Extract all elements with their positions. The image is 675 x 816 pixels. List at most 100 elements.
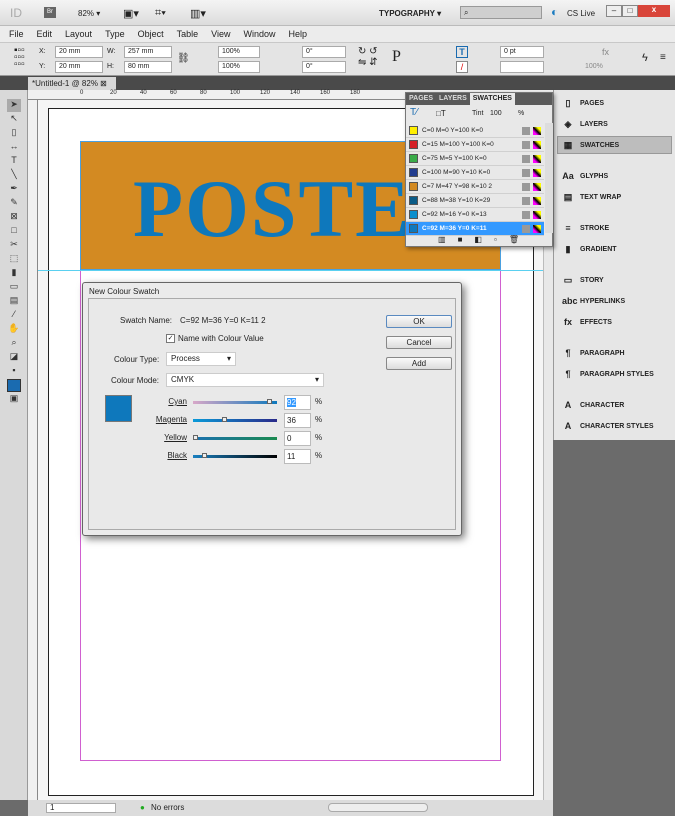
minimize-button[interactable]: – [606, 5, 622, 17]
channel-slider[interactable] [193, 417, 277, 422]
constrain-proportions-icon[interactable]: ⛓ [177, 53, 190, 64]
panel-item-glyphs[interactable]: Aa GLYPHS [562, 167, 672, 185]
swatch-item[interactable]: C=0 M=0 Y=100 K=0 [406, 124, 544, 138]
add-button[interactable]: Add [386, 357, 452, 370]
channel-slider[interactable] [193, 453, 277, 458]
panel-item-gradient[interactable]: ▮ GRADIENT [562, 240, 672, 258]
type-tool-icon[interactable]: T [7, 155, 21, 168]
menu-window[interactable]: Window [243, 29, 275, 39]
bridge-button[interactable]: Br [44, 7, 56, 18]
formatting-affects-text-icon[interactable]: □T [436, 109, 446, 118]
arrange-documents-icon[interactable]: ▥▾ [190, 7, 206, 20]
colour-type-select[interactable]: Process ▾ [166, 352, 236, 366]
panel-item-character[interactable]: A CHARACTER [562, 396, 672, 414]
panel-item-character-styles[interactable]: A CHARACTER STYLES [562, 417, 672, 435]
show-gradient-swatches-icon[interactable]: ◧ [474, 235, 494, 244]
zoom-tool-icon[interactable]: ⌕ [7, 337, 21, 350]
fill-stroke-icon[interactable]: ◪ [7, 351, 21, 364]
menu-type[interactable]: Type [105, 29, 125, 39]
panel-item-story[interactable]: ▭ STORY [562, 271, 672, 289]
show-color-swatches-icon[interactable]: ■ [458, 235, 475, 244]
x-field[interactable]: 20 mm [55, 46, 103, 58]
cs-live-button[interactable]: CS Live [567, 9, 595, 18]
gradient-tool-icon[interactable]: ▮ [7, 267, 21, 280]
fill-stroke-toggle-icon[interactable]: T⁄ [410, 107, 418, 118]
channel-slider[interactable] [193, 435, 277, 440]
slider-thumb[interactable] [266, 399, 272, 404]
selection-tool-icon[interactable]: ➤ [7, 99, 21, 112]
scale-y-field[interactable]: 100% [218, 61, 260, 73]
direct-selection-tool-icon[interactable]: ↖ [7, 113, 21, 126]
menu-view[interactable]: View [211, 29, 230, 39]
menu-layout[interactable]: Layout [65, 29, 92, 39]
rectangle-frame-tool-icon[interactable]: ⊠ [7, 211, 21, 224]
pen-tool-icon[interactable]: ✒ [7, 183, 21, 196]
rotation-field[interactable]: 0° [302, 46, 346, 58]
swatch-item[interactable]: C=92 M=36 Y=0 K=11 [406, 222, 544, 236]
panel-item-text-wrap[interactable]: ▤ TEXT WRAP [562, 188, 672, 206]
search-input[interactable]: ⌕ [460, 6, 542, 19]
note-tool-icon[interactable]: ▤ [7, 295, 21, 308]
delete-swatch-icon[interactable]: 🗑 [509, 235, 531, 244]
menu-table[interactable]: Table [177, 29, 199, 39]
hand-tool-icon[interactable]: ✋ [7, 323, 21, 336]
stroke-weight-field[interactable]: 0 pt [500, 46, 544, 58]
close-tab-icon[interactable]: ⊠ [100, 79, 107, 88]
ok-button[interactable]: OK [386, 315, 452, 328]
swatch-item[interactable]: C=75 M=5 Y=100 K=0 [406, 152, 544, 166]
close-button[interactable]: x [638, 5, 670, 17]
opacity-value[interactable]: 100% [585, 63, 603, 70]
stroke-type-field[interactable] [500, 61, 544, 73]
channel-value-field[interactable]: 36 [284, 413, 311, 428]
width-field[interactable]: 257 mm [124, 46, 172, 58]
panel-menu-icon[interactable]: ≡ [660, 52, 666, 63]
panel-item-effects[interactable]: fx EFFECTS [562, 313, 672, 331]
menu-edit[interactable]: Edit [37, 29, 53, 39]
rectangle-tool-icon[interactable]: □ [7, 225, 21, 238]
swatch-item[interactable]: C=7 M=47 Y=98 K=10 2 [406, 180, 544, 194]
tab-layers[interactable]: LAYERS [436, 93, 470, 105]
normal-view-icon[interactable] [7, 379, 21, 392]
panel-item-pages[interactable]: ▯ PAGES [562, 94, 672, 112]
free-transform-tool-icon[interactable]: ⬚ [7, 253, 21, 266]
swatch-item[interactable]: C=92 M=16 Y=0 K=13 [406, 208, 544, 222]
tab-swatches[interactable]: SWATCHES [469, 93, 515, 105]
screen-mode-icon[interactable]: ⌗▾ [155, 7, 166, 20]
eyedropper-tool-icon[interactable]: ⁄ [7, 309, 21, 322]
gradient-feather-tool-icon[interactable]: ▭ [7, 281, 21, 294]
stroke-swatch-icon[interactable]: / [456, 61, 468, 73]
slider-thumb[interactable] [201, 453, 207, 458]
swatch-item[interactable]: C=88 M=38 Y=10 K=29 [406, 194, 544, 208]
menu-object[interactable]: Object [138, 29, 164, 39]
panel-item-stroke[interactable]: ≡ STROKE [562, 219, 672, 237]
scissors-tool-icon[interactable]: ✂ [7, 239, 21, 252]
panel-item-layers[interactable]: ◈ LAYERS [562, 115, 672, 133]
panel-item-paragraph[interactable]: ¶ PARAGRAPH [562, 344, 672, 362]
new-swatch-icon[interactable]: ▫ [494, 235, 509, 244]
line-tool-icon[interactable]: ╲ [7, 169, 21, 182]
fill-icon[interactable]: T [456, 46, 468, 58]
swatch-name-field[interactable]: C=92 M=36 Y=0 K=11 2 [180, 316, 266, 325]
scale-x-field[interactable]: 100% [218, 46, 260, 58]
swatch-item[interactable]: C=100 M=90 Y=10 K=0 [406, 166, 544, 180]
swatches-scrollbar[interactable] [545, 123, 553, 233]
document-tab[interactable]: *Untitled-1 @ 82% ⊠ [28, 77, 116, 90]
swatch-item[interactable]: C=15 M=100 Y=100 K=0 [406, 138, 544, 152]
view-options-icon[interactable]: ▣▾ [123, 7, 139, 20]
lightning-icon[interactable]: ϟ [642, 52, 648, 64]
y-field[interactable]: 20 mm [55, 61, 103, 73]
page-number-field[interactable]: 1 [46, 803, 116, 813]
name-with-value-checkbox[interactable]: ✓ [166, 334, 175, 343]
show-all-swatches-icon[interactable]: ▥ [438, 235, 458, 244]
colour-mode-select[interactable]: CMYK ▾ [166, 373, 324, 387]
panel-item-swatches[interactable]: ▦ SWATCHES [557, 136, 672, 154]
menu-help[interactable]: Help [288, 29, 307, 39]
panel-item-hyperlinks[interactable]: abc HYPERLINKS [562, 292, 672, 310]
effects-fx-icon[interactable]: fx [602, 47, 609, 57]
horizontal-scrollbar[interactable] [328, 803, 428, 812]
cancel-button[interactable]: Cancel [386, 336, 452, 349]
preflight-status[interactable]: No errors [151, 803, 184, 812]
pencil-tool-icon[interactable]: ✎ [7, 197, 21, 210]
shear-field[interactable]: 0° [302, 61, 346, 73]
panel-item-paragraph-styles[interactable]: ¶ PARAGRAPH STYLES [562, 365, 672, 383]
